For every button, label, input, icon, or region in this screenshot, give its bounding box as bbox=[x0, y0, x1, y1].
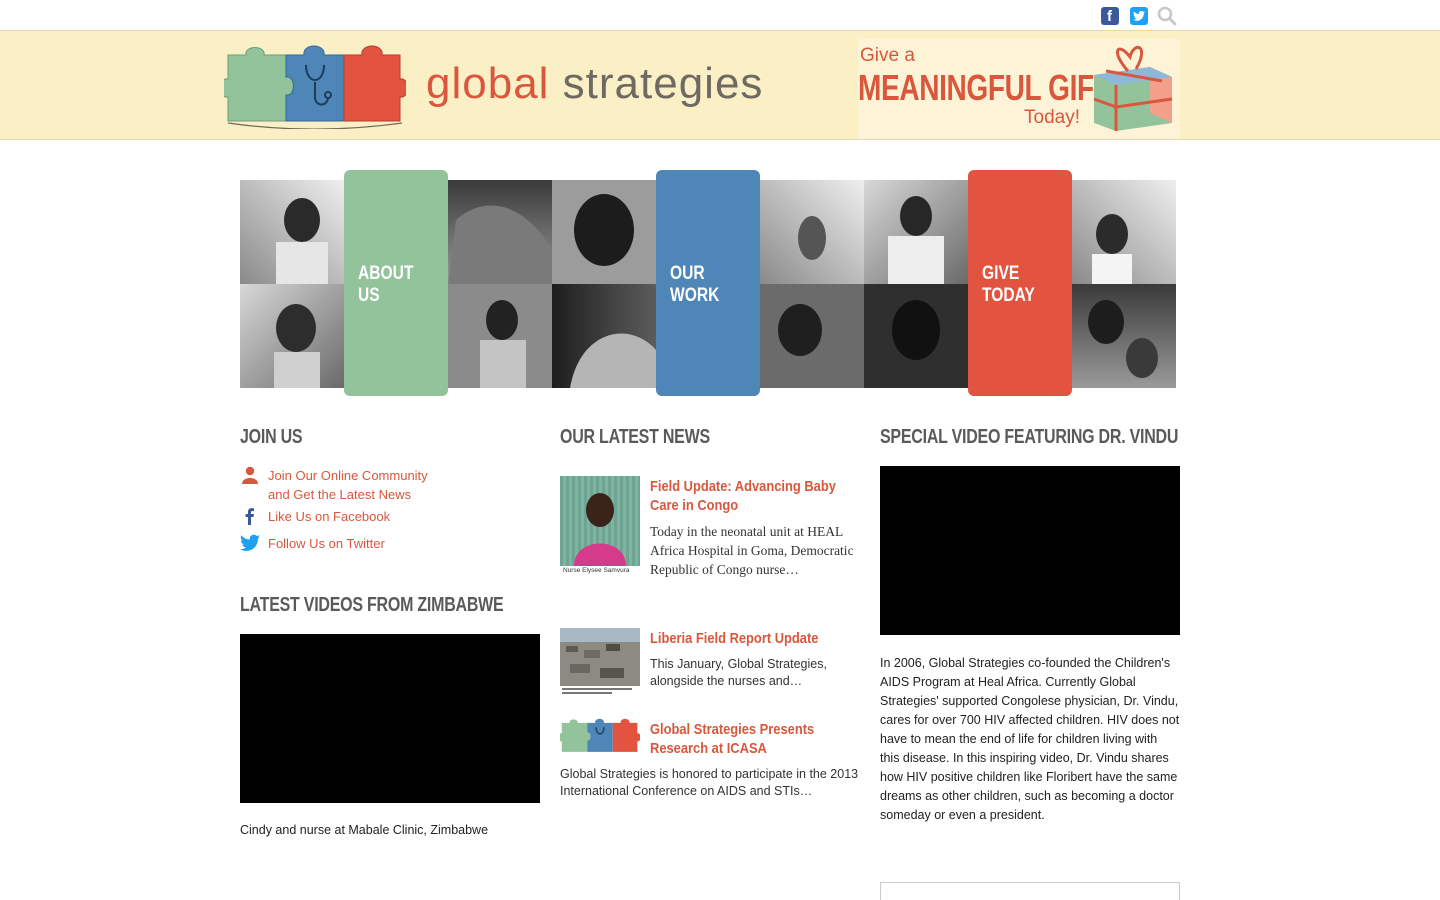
our-work-label: OUR WORK bbox=[670, 263, 720, 306]
facebook-link[interactable]: Like Us on Facebook bbox=[268, 507, 448, 526]
gift-box-icon bbox=[1093, 45, 1173, 131]
person-icon bbox=[242, 466, 258, 484]
news-excerpt-3: Global Strategies is honored to particip… bbox=[560, 767, 859, 798]
latest-news-heading: OUR LATEST NEWS bbox=[560, 426, 710, 448]
news-excerpt-2: This January, Global Strategies, alongsi… bbox=[650, 657, 827, 688]
latest-videos-heading: LATEST VIDEOS FROM ZIMBABWE bbox=[240, 594, 504, 616]
facebook-icon[interactable] bbox=[1101, 7, 1119, 25]
news-thumb-1-caption: Nurse Elysee Samvura bbox=[563, 567, 630, 574]
twitter-link-row[interactable]: Follow Us on Twitter bbox=[240, 534, 448, 553]
our-work-tile[interactable]: OUR WORK bbox=[656, 170, 760, 396]
facebook-link-row[interactable]: Like Us on Facebook bbox=[240, 507, 448, 526]
facebook-icon bbox=[245, 508, 254, 525]
header-banner: global strategies Give a MEANINGFUL GIFT… bbox=[0, 30, 1440, 140]
gift-line-3: Today! bbox=[1024, 107, 1080, 128]
news-title-2[interactable]: Liberia Field Report Update bbox=[650, 629, 856, 648]
gift-promo-banner[interactable]: Give a MEANINGFUL GIFT Today! bbox=[858, 39, 1180, 139]
news-thumb-2[interactable] bbox=[560, 628, 640, 696]
give-today-label: GIVE TODAY bbox=[982, 263, 1035, 306]
logo-word-strategies: strategies bbox=[562, 59, 764, 108]
give-today-tile[interactable]: GIVE TODAY bbox=[968, 170, 1072, 396]
news-title-1[interactable]: Field Update: Advancing Baby Care in Con… bbox=[650, 477, 856, 515]
bottom-widget-box bbox=[880, 882, 1180, 900]
top-utility-bar bbox=[0, 0, 1440, 30]
special-video-heading: SPECIAL VIDEO FEATURING DR. VINDU bbox=[880, 426, 1179, 448]
site-title[interactable]: global strategies bbox=[426, 59, 763, 109]
news-thumb-3-logo[interactable] bbox=[560, 716, 640, 756]
puzzle-logo-icon[interactable] bbox=[224, 41, 406, 129]
about-us-tile[interactable]: ABOUT US bbox=[344, 170, 448, 396]
gift-line-1: Give a bbox=[860, 45, 915, 66]
join-community-link-row[interactable]: Join Our Online Community and Get the La… bbox=[240, 466, 448, 504]
news-title-3[interactable]: Global Strategies Presents Research at I… bbox=[650, 720, 822, 758]
news-excerpt-1: Today in the neonatal unit at HEAL Afric… bbox=[650, 524, 854, 577]
gift-line-2: MEANINGFUL GIFT bbox=[858, 67, 1111, 108]
about-us-label: ABOUT US bbox=[358, 263, 414, 306]
news-thumb-1[interactable]: Nurse Elysee Samvura bbox=[560, 476, 640, 576]
zimbabwe-video-player[interactable] bbox=[240, 634, 540, 803]
join-community-link[interactable]: Join Our Online Community and Get the La… bbox=[268, 466, 448, 504]
search-icon[interactable] bbox=[1157, 6, 1177, 26]
twitter-icon[interactable] bbox=[1130, 7, 1148, 25]
twitter-link[interactable]: Follow Us on Twitter bbox=[268, 534, 448, 553]
twitter-icon bbox=[240, 534, 260, 551]
zimbabwe-video-caption: Cindy and nurse at Mabale Clinic, Zimbab… bbox=[240, 823, 489, 837]
vindu-video-description: In 2006, Global Strategies co-founded th… bbox=[880, 656, 1180, 822]
vindu-video-player[interactable] bbox=[880, 466, 1180, 635]
join-us-heading: JOIN US bbox=[240, 426, 303, 448]
logo-word-global: global bbox=[426, 59, 550, 108]
